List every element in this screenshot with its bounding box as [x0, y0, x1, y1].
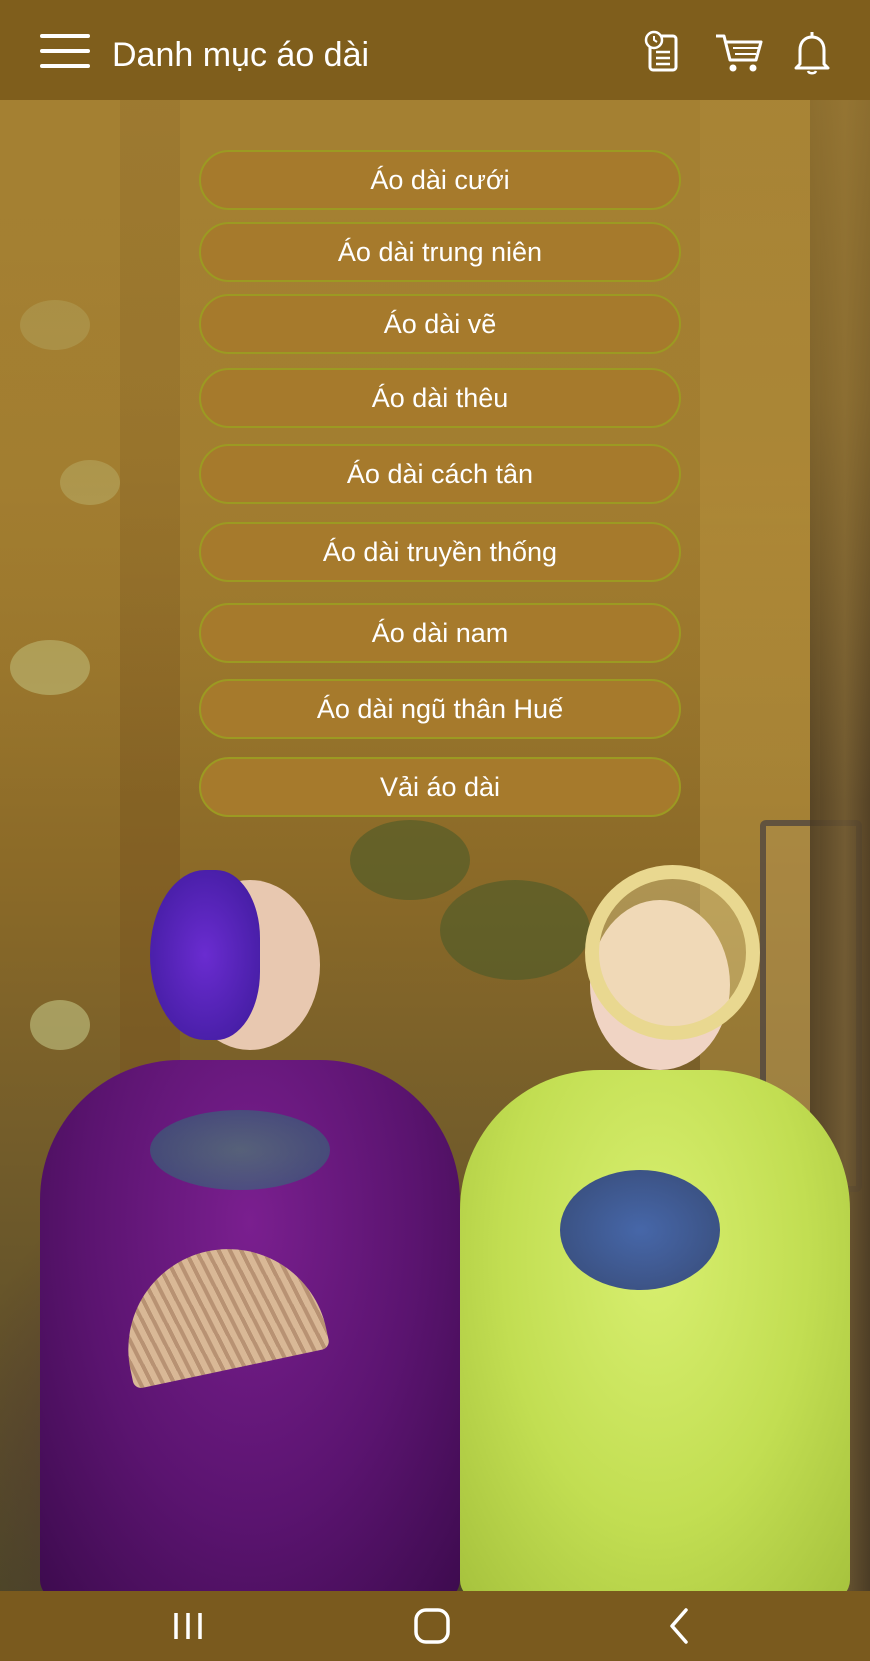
bell-icon[interactable]: [788, 28, 836, 76]
category-button-traditional[interactable]: Áo dài truyền thống: [199, 522, 681, 582]
background-leaf: [350, 820, 470, 900]
back-icon[interactable]: [650, 1603, 710, 1649]
system-nav-bar: [0, 1591, 870, 1661]
halo-headwear: [585, 865, 760, 1040]
cart-icon[interactable]: [713, 28, 765, 76]
phoenix-embroidery: [560, 1170, 720, 1290]
app-header: Danh mục áo dài: [0, 0, 870, 100]
category-button-modernized[interactable]: Áo dài cách tân: [199, 444, 681, 504]
menu-icon[interactable]: [40, 34, 90, 74]
category-button-embroidered[interactable]: Áo dài thêu: [199, 368, 681, 428]
khan-dong-headwear: [150, 870, 260, 1040]
category-button-fabric[interactable]: Vải áo dài: [199, 757, 681, 817]
home-icon[interactable]: [402, 1603, 462, 1649]
clipboard-clock-icon[interactable]: [640, 28, 688, 76]
page-title: Danh mục áo dài: [112, 36, 370, 74]
category-button-men[interactable]: Áo dài nam: [199, 603, 681, 663]
category-button-wedding[interactable]: Áo dài cưới: [199, 150, 681, 210]
woman-green-ao-dai: [460, 1070, 850, 1591]
recent-apps-icon[interactable]: [158, 1603, 218, 1649]
category-button-middle-aged[interactable]: Áo dài trung niên: [199, 222, 681, 282]
category-button-hue-five-panel[interactable]: Áo dài ngũ thân Huế: [199, 679, 681, 739]
background-leaf: [440, 880, 590, 980]
category-button-painted[interactable]: Áo dài vẽ: [199, 294, 681, 354]
background-leaf: [30, 1000, 90, 1050]
phoenix-embroidery: [150, 1110, 330, 1190]
